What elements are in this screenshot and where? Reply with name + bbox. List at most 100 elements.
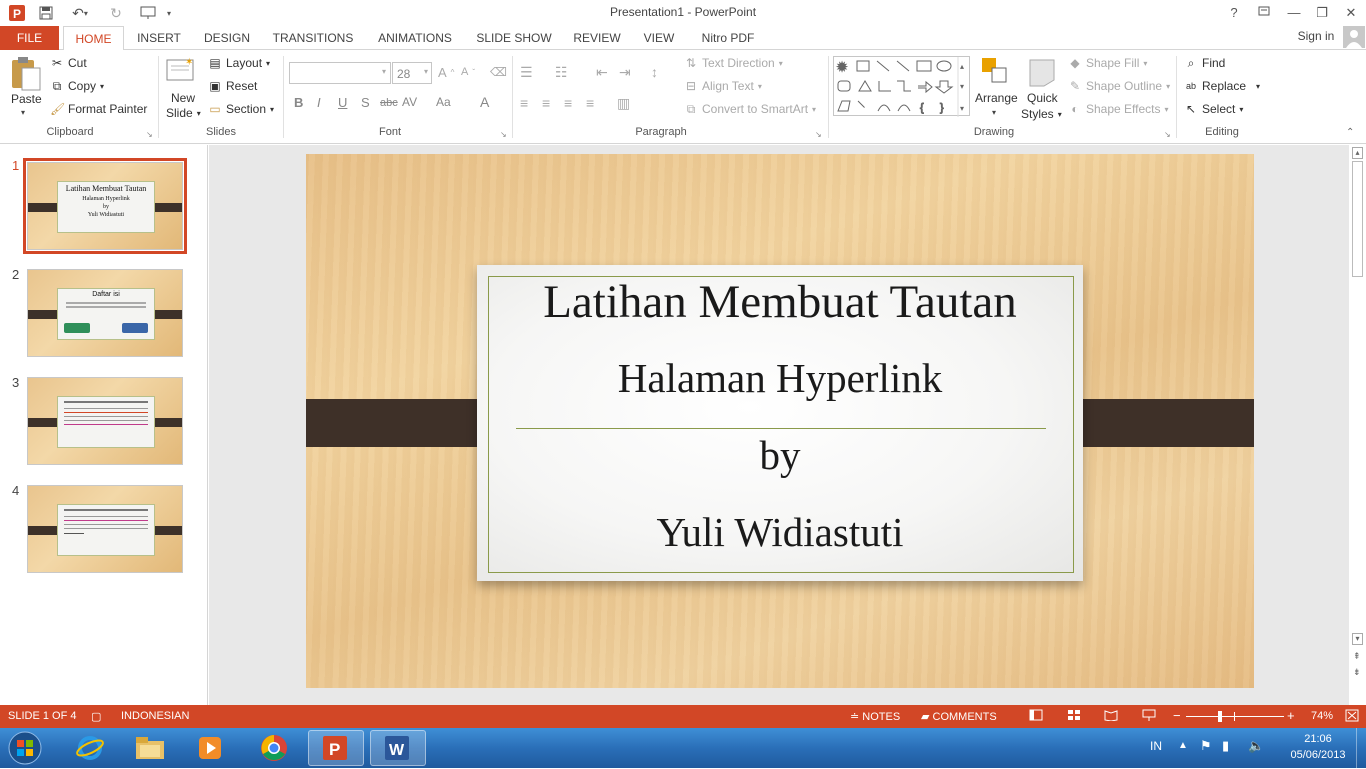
previous-slide-icon[interactable]: ⇞: [1353, 651, 1361, 662]
columns-icon[interactable]: ▥: [617, 95, 630, 112]
minimize-icon[interactable]: —: [1283, 3, 1305, 23]
line-spacing-icon[interactable]: ↕: [651, 64, 658, 80]
ribbon-display-options-icon[interactable]: [1253, 3, 1275, 23]
new-slide-label-1[interactable]: New: [171, 91, 195, 105]
quick-styles-label-1[interactable]: Quick: [1027, 91, 1058, 105]
start-button-icon[interactable]: [5, 730, 45, 766]
shapes-gallery[interactable]: ✹ { } ▴ ▾ ▾: [833, 56, 970, 117]
scroll-up-icon[interactable]: ▴: [1352, 147, 1363, 159]
find-button[interactable]: ⌕ Find: [1184, 56, 1226, 70]
quick-styles-icon[interactable]: [1026, 56, 1058, 88]
user-avatar[interactable]: [1343, 26, 1365, 48]
slide-thumbnail-4[interactable]: [27, 485, 183, 573]
next-slide-icon[interactable]: ⇟: [1353, 667, 1361, 678]
format-painter-button[interactable]: 🖌 Format Painter: [50, 102, 147, 116]
bullets-icon[interactable]: ☰: [520, 64, 533, 81]
align-center-icon[interactable]: ≡: [542, 95, 550, 111]
zoom-slider-track[interactable]: [1186, 716, 1284, 717]
help-button[interactable]: ?: [1223, 3, 1245, 23]
numbering-icon[interactable]: ☷: [555, 64, 568, 81]
font-size-combobox[interactable]: 28 ▾: [392, 62, 432, 84]
arrange-dropdown-icon[interactable]: ▾: [992, 108, 996, 117]
character-spacing-button[interactable]: AV: [402, 95, 417, 109]
scroll-thumb[interactable]: [1352, 161, 1363, 277]
network-icon[interactable]: ▮: [1222, 738, 1229, 754]
shape-effects-button[interactable]: ◐ Shape Effects ▾: [1068, 102, 1168, 116]
tab-design[interactable]: DESIGN: [198, 26, 256, 50]
clipboard-launcher-icon[interactable]: ↘: [146, 130, 153, 139]
action-center-icon[interactable]: ⚑: [1200, 738, 1212, 754]
italic-button[interactable]: I: [317, 95, 321, 110]
cut-button[interactable]: ✂ Cut: [50, 56, 87, 70]
tab-transitions[interactable]: TRANSITIONS: [268, 26, 358, 50]
drawing-launcher-icon[interactable]: ↘: [1164, 130, 1171, 139]
align-left-icon[interactable]: ≡: [520, 95, 528, 111]
slide-show-icon[interactable]: [1142, 709, 1156, 724]
reset-button[interactable]: ▣ Reset: [208, 79, 257, 93]
tab-animations[interactable]: ANIMATIONS: [370, 26, 460, 50]
tab-review[interactable]: REVIEW: [568, 26, 626, 50]
text-shadow-button[interactable]: S: [361, 95, 370, 110]
font-color-button[interactable]: A: [480, 94, 489, 110]
arrange-button[interactable]: Arrange: [975, 91, 1018, 105]
strikethrough-button[interactable]: abc: [380, 97, 398, 109]
tab-insert[interactable]: INSERT: [132, 26, 186, 50]
comments-button[interactable]: ▰ COMMENTS: [921, 710, 997, 723]
new-slide-button[interactable]: Slide ▾: [166, 106, 201, 120]
text-direction-button[interactable]: ⇅ Text Direction ▾: [684, 56, 783, 70]
fit-slide-icon[interactable]: [1345, 709, 1359, 725]
language-indicator[interactable]: INDONESIAN: [121, 710, 189, 722]
close-icon[interactable]: ✕: [1340, 3, 1362, 23]
increase-indent-icon[interactable]: ⇥: [619, 64, 631, 81]
slide-by[interactable]: by: [477, 431, 1083, 479]
zoom-level[interactable]: 74%: [1311, 710, 1333, 722]
tab-view[interactable]: VIEW: [638, 26, 680, 50]
slide-thumbnail-2[interactable]: Daftar isi: [27, 269, 183, 357]
scroll-down-icon[interactable]: ▾: [1352, 633, 1363, 645]
volume-icon[interactable]: 🔈: [1248, 738, 1264, 754]
tab-slide-show[interactable]: SLIDE SHOW: [472, 26, 556, 50]
zoom-slider-thumb[interactable]: [1218, 711, 1222, 722]
slide-sorter-icon[interactable]: [1067, 709, 1081, 724]
replace-button[interactable]: ab Replace ▾: [1184, 79, 1260, 93]
slide-thumbnail-1[interactable]: Latihan Membuat Tautan Halaman Hyperlink…: [23, 158, 187, 254]
spelling-icon[interactable]: ▢: [91, 710, 101, 723]
zoom-out-icon[interactable]: −: [1173, 708, 1181, 723]
taskbar-powerpoint-icon[interactable]: P: [308, 730, 364, 766]
vertical-scrollbar[interactable]: ▴ ▾ ⇞ ⇟: [1349, 145, 1366, 705]
paste-icon[interactable]: [8, 56, 44, 96]
grow-font-button[interactable]: A ^: [438, 65, 454, 80]
font-launcher-icon[interactable]: ↘: [500, 130, 507, 139]
align-right-icon[interactable]: ≡: [564, 95, 572, 111]
convert-to-smartart-button[interactable]: ⧉ Convert to SmartArt ▾: [684, 102, 816, 116]
paste-button[interactable]: Paste: [11, 92, 42, 106]
input-language[interactable]: IN: [1150, 739, 1162, 753]
clock-date[interactable]: 05/06/2013: [1286, 749, 1350, 761]
tab-nitro-pdf[interactable]: Nitro PDF: [692, 26, 764, 50]
reading-view-icon[interactable]: [1104, 709, 1118, 724]
shape-fill-button[interactable]: ◆ Shape Fill ▾: [1068, 56, 1147, 70]
media-player-icon[interactable]: [182, 730, 238, 766]
copy-button[interactable]: ⧉ Copy ▾: [50, 79, 104, 93]
paragraph-launcher-icon[interactable]: ↘: [815, 130, 822, 139]
notes-button[interactable]: ≐ NOTES: [850, 710, 900, 723]
slide-thumbnail-3[interactable]: [27, 377, 183, 465]
clock-time[interactable]: 21:06: [1286, 733, 1350, 745]
restore-icon[interactable]: ❐: [1311, 3, 1333, 23]
layout-button[interactable]: ▤ Layout ▾: [208, 56, 270, 70]
show-desktop-button[interactable]: [1356, 728, 1366, 768]
font-name-combobox[interactable]: ▾: [289, 62, 391, 84]
shrink-font-button[interactable]: Aˇ: [461, 66, 475, 78]
align-text-button[interactable]: ⊟ Align Text ▾: [684, 79, 762, 93]
taskbar-word-icon[interactable]: W: [370, 730, 426, 766]
file-explorer-icon[interactable]: [122, 730, 178, 766]
slide-title[interactable]: Latihan Membuat Tautan: [477, 275, 1083, 329]
change-case-button[interactable]: Aa: [436, 95, 451, 109]
tab-home[interactable]: HOME: [63, 26, 124, 51]
bold-button[interactable]: B: [294, 95, 303, 110]
show-hidden-icons[interactable]: ▲: [1178, 740, 1188, 751]
shape-outline-button[interactable]: ✎ Shape Outline ▾: [1068, 79, 1170, 93]
slide-author[interactable]: Yuli Widiastuti: [477, 508, 1083, 556]
slide-subtitle[interactable]: Halaman Hyperlink: [477, 354, 1083, 402]
new-slide-icon[interactable]: ✶: [165, 56, 199, 86]
